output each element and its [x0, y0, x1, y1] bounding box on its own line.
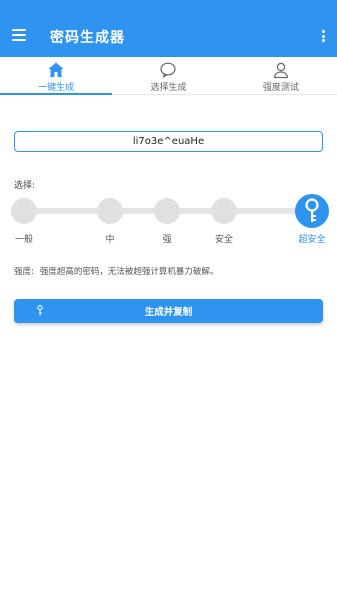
app-title: 密码生成器 [50, 30, 125, 46]
more-vert-icon[interactable] [322, 30, 325, 42]
strength-description: 强度超高的密码，无法被超强计算机暴力破解。 [39, 267, 219, 277]
person-icon [273, 62, 288, 79]
key-icon [305, 198, 319, 222]
select-label: 选择: [14, 181, 36, 191]
level-label-medium: 中 [105, 235, 115, 245]
home-icon [48, 62, 64, 77]
level-dot-normal[interactable] [11, 198, 37, 224]
tab-one-click-generate[interactable]: 一键生成 [0, 57, 113, 95]
tab-strength-test[interactable]: 强度测试 [225, 57, 337, 94]
level-label-super-secure: 超安全 [298, 235, 326, 245]
level-dot-strong[interactable] [154, 198, 180, 224]
chat-bubble-icon [160, 62, 177, 78]
tab-select-generate[interactable]: 选择生成 [112, 57, 224, 94]
level-label-normal: 一般 [14, 235, 34, 245]
tab-label: 一键生成 [38, 83, 75, 93]
level-label-secure: 安全 [214, 235, 234, 245]
strength-label: 强度: [14, 267, 34, 277]
generate-button-label: 生成并复制 [144, 307, 193, 318]
level-dot-secure[interactable] [211, 198, 237, 224]
app-bar: 密码生成器 [0, 0, 337, 57]
password-output-field[interactable]: li7o3e^euaHe [14, 131, 323, 152]
tab-label: 强度测试 [262, 83, 299, 93]
tab-label: 选择生成 [150, 83, 187, 93]
password-value: li7o3e^euaHe [132, 136, 205, 147]
key-icon [37, 305, 43, 316]
strength-info: 强度: 强度超高的密码，无法被超强计算机暴力破解。 [14, 265, 218, 277]
generate-and-copy-button[interactable]: 生成并复制 [14, 299, 323, 323]
hamburger-menu-icon[interactable] [12, 29, 26, 41]
level-dot-super-secure[interactable] [295, 194, 329, 228]
level-dot-medium[interactable] [97, 198, 123, 224]
level-label-strong: 强 [162, 235, 172, 245]
tab-bar: 一键生成 选择生成 强度测试 [0, 57, 337, 95]
